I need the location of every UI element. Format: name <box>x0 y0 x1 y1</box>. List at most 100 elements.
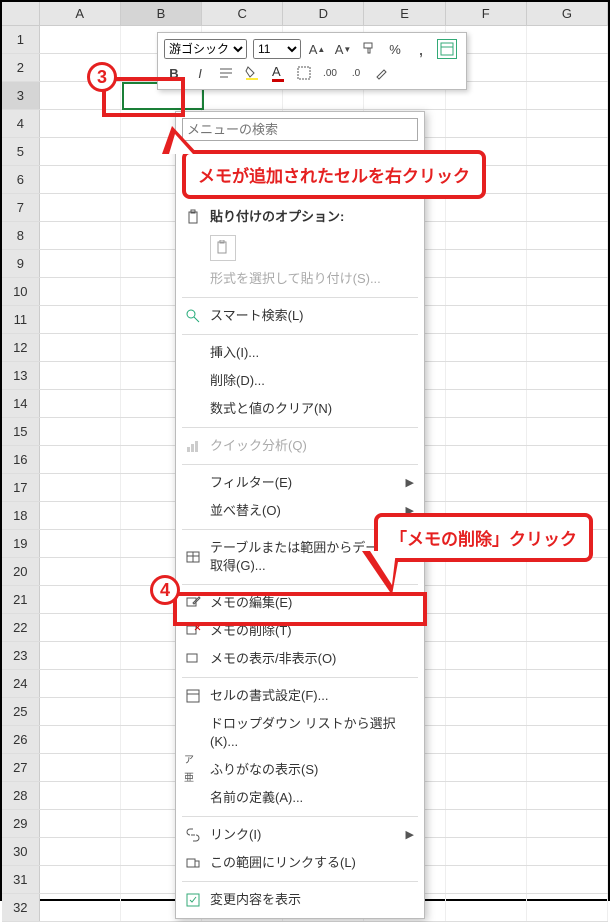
menu-search-input[interactable] <box>182 118 418 141</box>
ctx-smart-lookup[interactable]: スマート検索(L) <box>176 302 424 330</box>
cell[interactable] <box>527 642 608 669</box>
percent-icon[interactable]: % <box>385 39 405 59</box>
cell[interactable] <box>527 362 608 389</box>
cell[interactable] <box>527 558 608 585</box>
cell[interactable] <box>40 222 121 249</box>
cell[interactable] <box>527 446 608 473</box>
cell[interactable] <box>527 614 608 641</box>
ctx-clear[interactable]: 数式と値のクリア(N) <box>176 395 424 423</box>
row-header-30[interactable]: 30 <box>2 838 40 865</box>
cell[interactable] <box>40 726 121 753</box>
cell[interactable] <box>446 810 527 837</box>
format-brush-icon[interactable] <box>372 63 392 83</box>
cell[interactable] <box>40 138 121 165</box>
row-header-3[interactable]: 3 <box>2 82 40 109</box>
cell[interactable] <box>527 278 608 305</box>
cell[interactable] <box>527 726 608 753</box>
paste-default-icon[interactable] <box>210 235 236 261</box>
row-header-1[interactable]: 1 <box>2 26 40 53</box>
cell[interactable] <box>527 754 608 781</box>
cell[interactable] <box>446 586 527 613</box>
cell[interactable] <box>527 698 608 725</box>
cell[interactable] <box>40 194 121 221</box>
table-format-icon[interactable] <box>437 39 457 59</box>
ctx-define-name[interactable]: 名前の定義(A)... <box>176 784 424 812</box>
cell[interactable] <box>527 810 608 837</box>
cell[interactable] <box>527 390 608 417</box>
cell[interactable] <box>40 586 121 613</box>
col-header-F[interactable]: F <box>446 2 527 25</box>
cell[interactable] <box>527 110 608 137</box>
cell[interactable] <box>446 838 527 865</box>
cell[interactable] <box>40 474 121 501</box>
cell[interactable] <box>446 558 527 585</box>
col-header-A[interactable]: A <box>40 2 121 25</box>
col-header-D[interactable]: D <box>283 2 364 25</box>
row-header-19[interactable]: 19 <box>2 530 40 557</box>
cell[interactable] <box>40 698 121 725</box>
cell[interactable] <box>40 110 121 137</box>
cell[interactable] <box>527 54 608 81</box>
row-header-13[interactable]: 13 <box>2 362 40 389</box>
row-header-14[interactable]: 14 <box>2 390 40 417</box>
cell[interactable] <box>446 614 527 641</box>
cell[interactable] <box>446 894 527 921</box>
row-header-28[interactable]: 28 <box>2 782 40 809</box>
row-header-7[interactable]: 7 <box>2 194 40 221</box>
cell[interactable] <box>446 726 527 753</box>
ctx-furigana[interactable]: ア亜 ふりがなの表示(S) <box>176 756 424 784</box>
cell[interactable] <box>527 474 608 501</box>
cell[interactable] <box>40 642 121 669</box>
comma-icon[interactable]: , <box>411 39 431 59</box>
cell[interactable] <box>446 306 527 333</box>
ctx-delete-note[interactable]: メモの削除(T) <box>176 617 424 645</box>
row-header-8[interactable]: 8 <box>2 222 40 249</box>
ctx-format-cells[interactable]: セルの書式設定(F)... <box>176 682 424 710</box>
cell[interactable] <box>446 362 527 389</box>
cell[interactable] <box>527 222 608 249</box>
row-header-27[interactable]: 27 <box>2 754 40 781</box>
row-header-6[interactable]: 6 <box>2 166 40 193</box>
cell[interactable] <box>40 306 121 333</box>
cell[interactable] <box>40 838 121 865</box>
cell[interactable] <box>40 754 121 781</box>
cell[interactable] <box>40 278 121 305</box>
row-header-31[interactable]: 31 <box>2 866 40 893</box>
row-header-9[interactable]: 9 <box>2 250 40 277</box>
row-header-20[interactable]: 20 <box>2 558 40 585</box>
row-header-5[interactable]: 5 <box>2 138 40 165</box>
cell[interactable] <box>40 334 121 361</box>
cell[interactable] <box>446 782 527 809</box>
cell[interactable] <box>446 670 527 697</box>
cell[interactable] <box>446 418 527 445</box>
row-header-29[interactable]: 29 <box>2 810 40 837</box>
col-header-B[interactable]: B <box>121 2 202 25</box>
cell[interactable] <box>446 250 527 277</box>
align-icon[interactable] <box>216 63 236 83</box>
cell[interactable] <box>527 306 608 333</box>
cell[interactable] <box>40 782 121 809</box>
ctx-dropdown-list[interactable]: ドロップダウン リストから選択(K)... <box>176 710 424 756</box>
cell[interactable] <box>40 810 121 837</box>
cell[interactable] <box>527 782 608 809</box>
cell[interactable] <box>40 446 121 473</box>
row-header-22[interactable]: 22 <box>2 614 40 641</box>
row-header-21[interactable]: 21 <box>2 586 40 613</box>
cell[interactable] <box>40 614 121 641</box>
row-header-15[interactable]: 15 <box>2 418 40 445</box>
row-header-4[interactable]: 4 <box>2 110 40 137</box>
col-header-E[interactable]: E <box>364 2 445 25</box>
cell[interactable] <box>446 278 527 305</box>
ctx-link[interactable]: リンク(I) ▶ <box>176 821 424 849</box>
increase-font-icon[interactable]: A▲ <box>307 39 327 59</box>
cell[interactable] <box>40 670 121 697</box>
cell[interactable] <box>446 390 527 417</box>
format-painter-icon[interactable] <box>359 39 379 59</box>
cell[interactable] <box>527 82 608 109</box>
cell[interactable] <box>446 334 527 361</box>
cell[interactable] <box>446 754 527 781</box>
bold-icon[interactable]: B <box>164 63 184 83</box>
row-header-10[interactable]: 10 <box>2 278 40 305</box>
cell[interactable] <box>527 586 608 613</box>
ctx-insert[interactable]: 挿入(I)... <box>176 339 424 367</box>
